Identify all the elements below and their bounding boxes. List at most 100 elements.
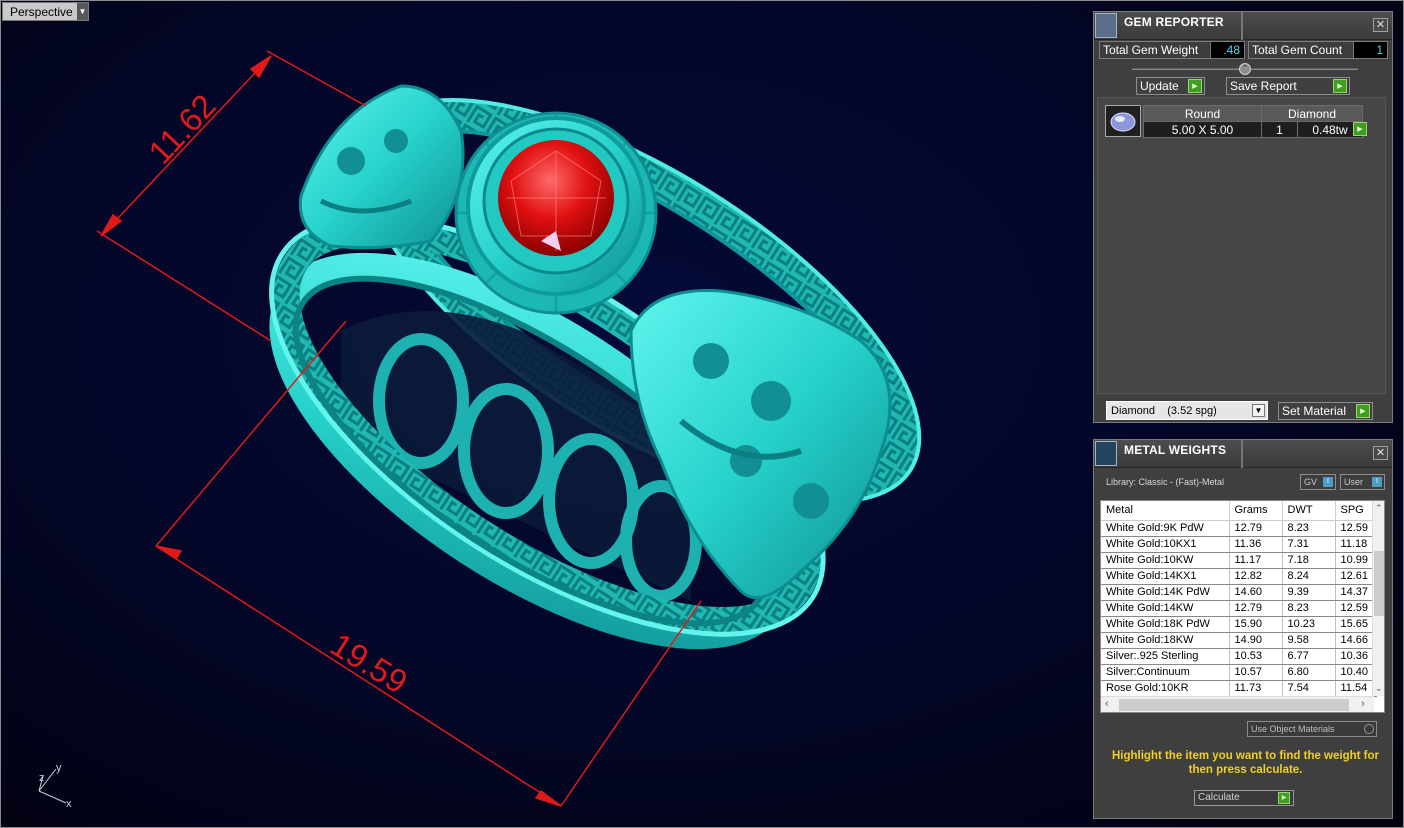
table-cell: Silver:.925 Sterling (1101, 648, 1230, 665)
scroll-thumb[interactable] (1374, 551, 1384, 616)
save-report-label: Save Report (1230, 79, 1297, 93)
gem-reporter-titlebar[interactable]: GEM REPORTER ✕ (1094, 12, 1392, 40)
table-cell: 15.65 (1335, 616, 1377, 633)
title-separator (1241, 440, 1243, 468)
table-row[interactable]: Rose Gold:10KR 11.73 7.54 11.54 (1101, 680, 1377, 697)
gem-material: Diamond (1261, 105, 1363, 122)
scroll-thumb[interactable] (1119, 699, 1349, 711)
column-header[interactable]: Grams (1229, 501, 1283, 521)
gv-toggle[interactable]: GV I (1300, 474, 1336, 490)
table-cell: 9.39 (1282, 584, 1336, 601)
table-cell: 10.57 (1229, 664, 1283, 681)
play-arrow-icon: ▶ (1278, 792, 1290, 804)
viewport-title-tab[interactable]: Perspective ▼ (2, 2, 89, 21)
table-row[interactable]: White Gold:14KX1 12.82 8.24 12.61 (1101, 568, 1377, 585)
table-row[interactable]: White Gold:9K PdW 12.79 8.23 12.59 (1101, 520, 1377, 537)
gem-table-header: Round Diamond (1143, 105, 1363, 122)
table-row[interactable]: Silver:Continuum 10.57 6.80 10.40 (1101, 664, 1377, 681)
table-row[interactable]: White Gold:18K PdW 15.90 10.23 15.65 (1101, 616, 1377, 633)
table-row[interactable]: White Gold:14KW 12.79 8.23 12.59 (1101, 600, 1377, 617)
splitter-knob-icon[interactable]: ⌃ (1239, 63, 1251, 75)
table-cell: Rose Gold:10KR (1101, 680, 1230, 697)
table-row[interactable]: White Gold:10KX1 11.36 7.31 11.18 (1101, 536, 1377, 553)
title-separator (1241, 12, 1243, 40)
table-cell: 8.23 (1282, 600, 1336, 617)
lion-head-left (298, 84, 465, 250)
table-cell: White Gold:18KW (1101, 632, 1230, 649)
metal-weights-list[interactable]: Metal Grams DWT SPG White Gold:9K PdW 12.79 8… (1100, 500, 1385, 713)
table-row[interactable]: White Gold:10KW 11.17 7.18 10.99 (1101, 552, 1377, 569)
chevron-right-icon[interactable]: › (1361, 698, 1365, 710)
chevron-left-icon[interactable]: ‹ (1105, 698, 1109, 710)
column-header[interactable]: SPG (1335, 501, 1377, 521)
metal-weights-panel: METAL WEIGHTS ✕ Library: Classic - (Fast… (1093, 439, 1393, 819)
library-label: Library: Classic - (Fast)-Metal (1106, 477, 1225, 487)
dimension-top-label: 11.62 (141, 87, 223, 171)
table-cell: 7.31 (1282, 536, 1336, 553)
table-cell: 12.59 (1335, 600, 1377, 617)
play-arrow-icon: ▶ (1356, 404, 1370, 418)
chevron-up-icon[interactable]: ⌃ (1375, 503, 1383, 514)
chevron-down-icon[interactable]: ▼ (1252, 404, 1265, 417)
table-cell: White Gold:18K PdW (1101, 616, 1230, 633)
play-arrow-icon: ▶ (1188, 79, 1202, 93)
update-button[interactable]: Update ▶ (1136, 77, 1205, 95)
table-cell: White Gold:14KX1 (1101, 568, 1230, 585)
gem-list-area: Round Diamond 5.00 X 5.00 1 0.48tw ▶ (1097, 97, 1386, 394)
calculate-label: Calculate (1198, 792, 1240, 803)
table-cell: White Gold:10KX1 (1101, 536, 1230, 553)
table-cell: 12.59 (1335, 520, 1377, 537)
metal-weights-logo-icon (1095, 441, 1117, 466)
table-cell: 10.99 (1335, 552, 1377, 569)
table-cell: 6.80 (1282, 664, 1336, 681)
table-row[interactable]: White Gold:14K PdW 14.60 9.39 14.37 (1101, 584, 1377, 601)
material-select[interactable]: Diamond (3.52 spg) ▼ (1106, 401, 1268, 420)
total-gem-count-label: Total Gem Count (1252, 43, 1343, 57)
table-cell: 12.79 (1229, 600, 1283, 617)
radio-circle-icon (1364, 724, 1374, 734)
use-object-materials-toggle[interactable]: Use Object Materials (1247, 721, 1377, 737)
use-object-materials-label: Use Object Materials (1251, 724, 1335, 734)
gem-shape: Round (1143, 105, 1262, 122)
round-gem-thumbnail-icon[interactable] (1105, 105, 1141, 137)
table-cell: White Gold:9K PdW (1101, 520, 1230, 537)
material-select-value: Diamond (3.52 spg) (1111, 404, 1217, 417)
vertical-scrollbar[interactable]: ⌃ ⌄ (1372, 501, 1384, 696)
table-cell: 8.24 (1282, 568, 1336, 585)
close-icon[interactable]: ✕ (1373, 18, 1388, 32)
table-cell: 14.37 (1335, 584, 1377, 601)
axis-x-label: x (66, 798, 72, 810)
table-row[interactable]: White Gold:18KW 14.90 9.58 14.66 (1101, 632, 1377, 649)
triangle-down-icon[interactable]: ▼ (77, 3, 88, 20)
total-gem-weight-field: Total Gem Weight .48 (1099, 41, 1245, 59)
gem-row-play-arrow-icon[interactable]: ▶ (1353, 122, 1367, 136)
save-report-button[interactable]: Save Report ▶ (1226, 77, 1350, 95)
table-cell: 12.79 (1229, 520, 1283, 537)
panel-splitter[interactable]: ⌃ (1132, 63, 1358, 75)
column-header[interactable]: Metal (1101, 501, 1230, 521)
table-cell: 9.58 (1282, 632, 1336, 649)
gem-table[interactable]: Round Diamond 5.00 X 5.00 1 0.48tw (1143, 105, 1363, 138)
table-cell: 12.82 (1229, 568, 1283, 585)
toggle-indicator-icon: I (1323, 477, 1333, 487)
horizontal-scrollbar[interactable]: ‹ › (1101, 696, 1374, 712)
chevron-down-icon[interactable]: ⌄ (1375, 683, 1383, 694)
play-arrow-icon: ▶ (1333, 79, 1347, 93)
metal-weights-table[interactable]: Metal Grams DWT SPG White Gold:9K PdW 12.79 8… (1101, 501, 1377, 697)
close-icon[interactable]: ✕ (1373, 446, 1388, 460)
gem-reporter-logo-icon (1095, 13, 1117, 38)
table-cell: White Gold:10KW (1101, 552, 1230, 569)
table-cell: White Gold:14KW (1101, 600, 1230, 617)
table-row[interactable]: Silver:.925 Sterling 10.53 6.77 10.36 (1101, 648, 1377, 665)
table-cell: 10.23 (1282, 616, 1336, 633)
instruction-hint: Highlight the item you want to find the … (1111, 750, 1380, 776)
set-material-button[interactable]: Set Material ▶ (1278, 402, 1373, 420)
calculate-button[interactable]: Calculate ▶ (1194, 790, 1294, 806)
dimension-bottom-label: 19.59 (324, 626, 414, 701)
user-toggle[interactable]: User I (1340, 474, 1385, 490)
table-cell: 11.36 (1229, 536, 1283, 553)
gv-label: GV (1304, 477, 1318, 487)
metal-weights-titlebar[interactable]: METAL WEIGHTS ✕ (1094, 440, 1392, 468)
column-header[interactable]: DWT (1282, 501, 1336, 521)
gem-count: 1 (1261, 121, 1298, 138)
